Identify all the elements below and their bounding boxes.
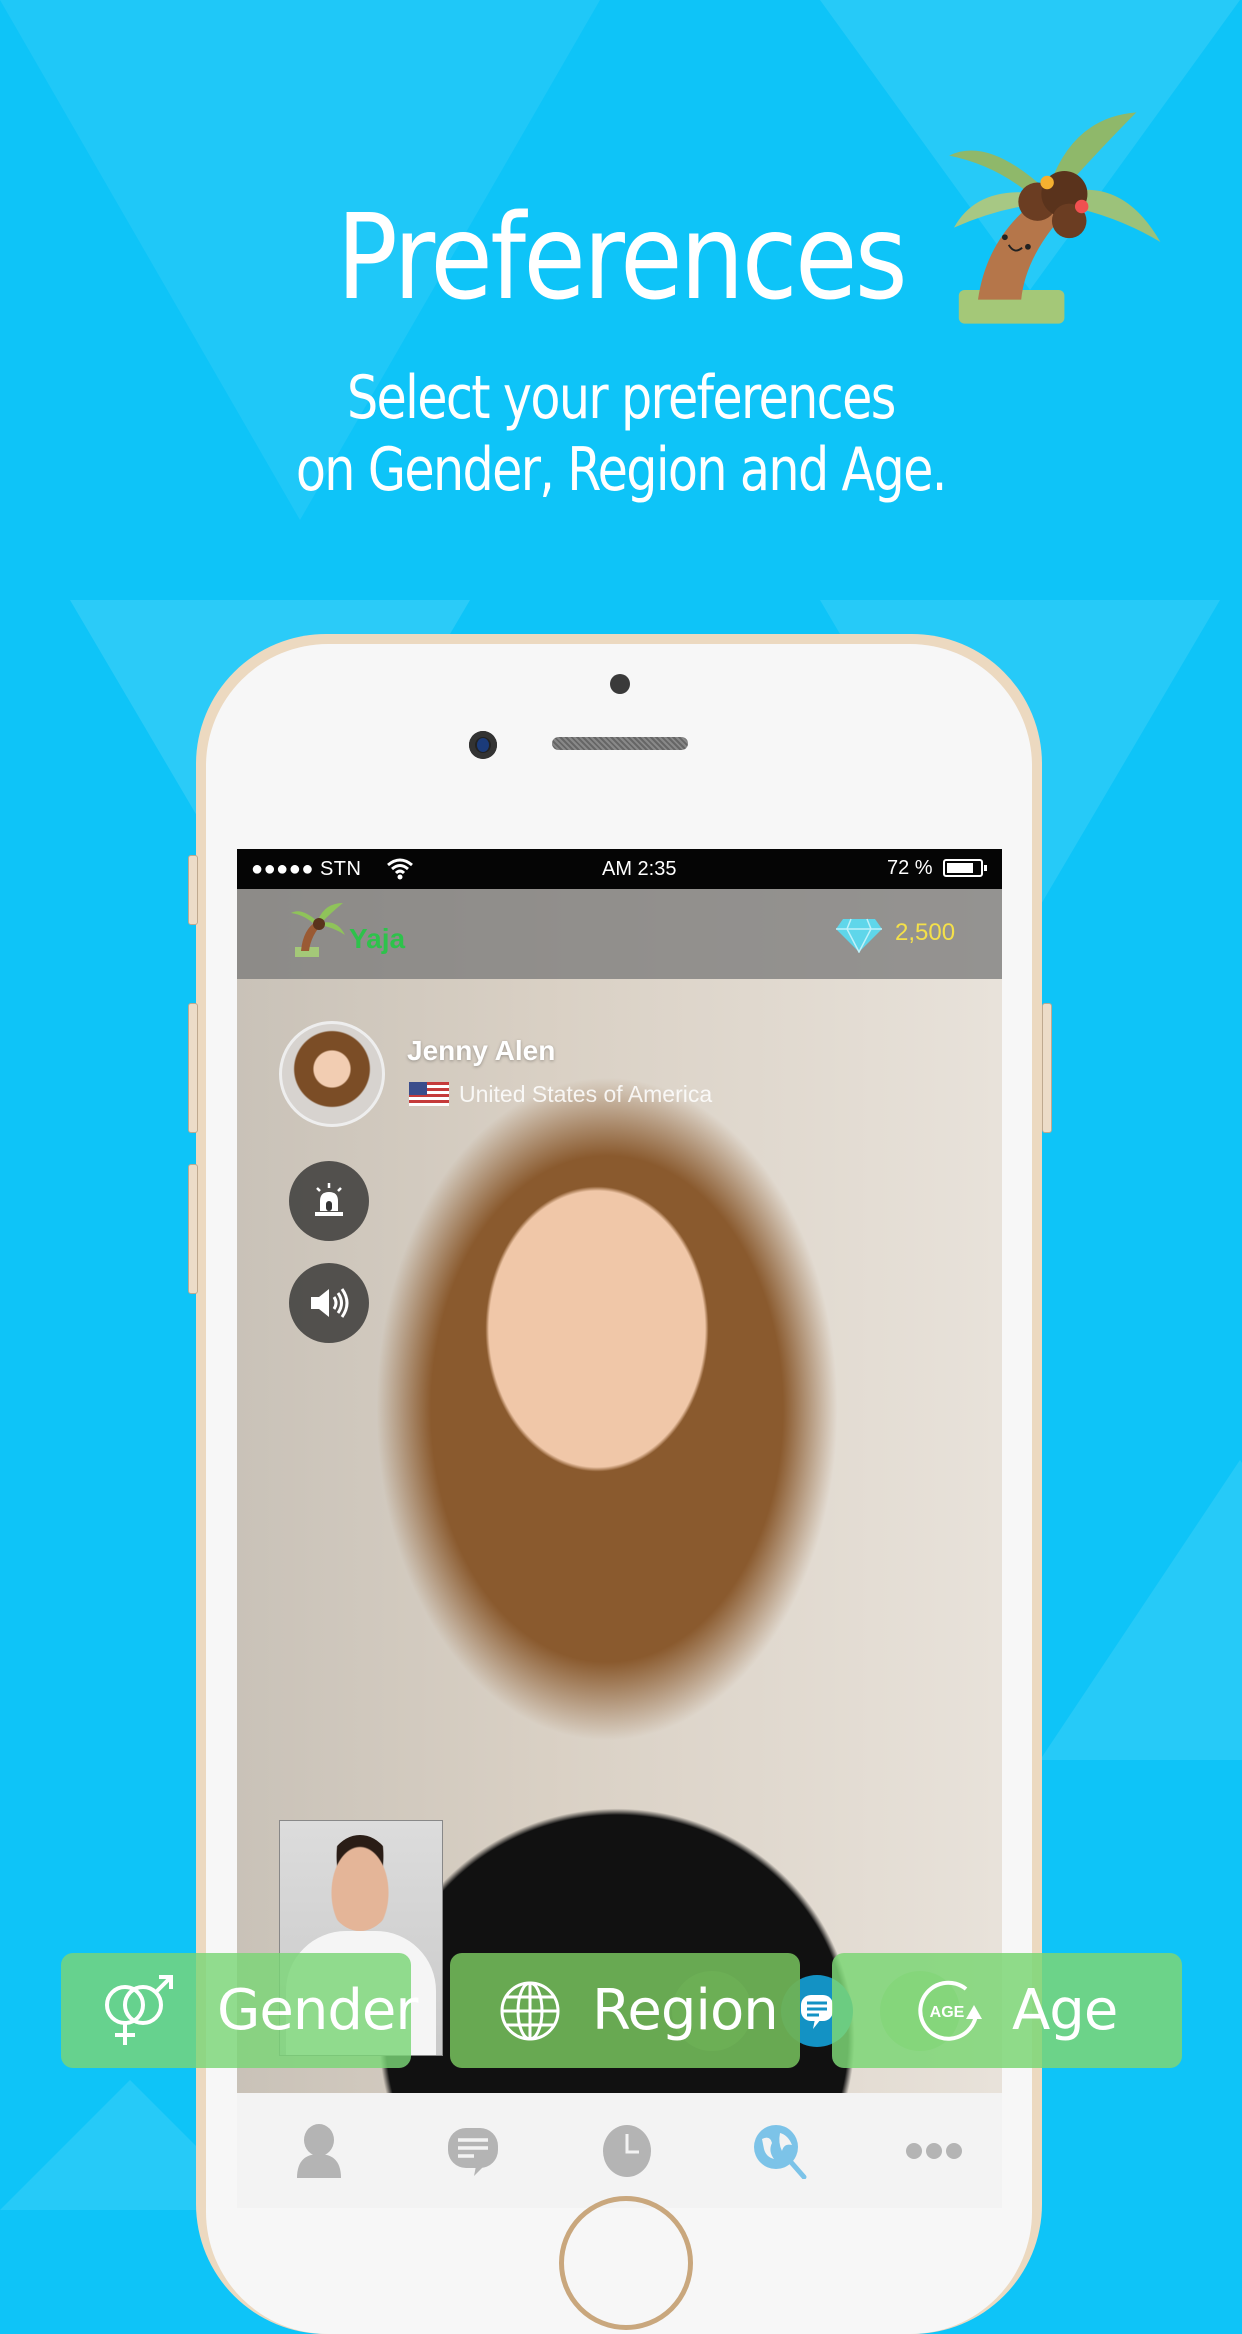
phone-home-button	[559, 2196, 693, 2330]
speaker-button[interactable]	[289, 1263, 369, 1343]
chat-icon	[448, 2128, 498, 2176]
battery-icon	[943, 859, 987, 877]
app-name: Yaja	[349, 923, 406, 954]
battery-percent: 72 %	[887, 857, 933, 879]
globe-icon	[500, 1981, 560, 2040]
gender-preference-button[interactable]: Gender	[61, 1953, 418, 2068]
phone-mute-switch	[188, 855, 198, 925]
carrier-signal: ●●●●● STN	[251, 858, 362, 880]
region-label: Region	[592, 1978, 779, 2043]
tab-profile[interactable]	[289, 2121, 349, 2181]
palm-tree-mascot-icon	[949, 112, 1161, 324]
phone-speaker	[552, 737, 688, 750]
report-button[interactable]	[289, 1161, 369, 1241]
message-icon	[801, 1995, 833, 2029]
us-flag-icon	[409, 1082, 449, 1106]
self-preview-face	[324, 1835, 396, 1931]
tab-discover[interactable]	[750, 2121, 810, 2181]
phone-volume-up	[188, 1003, 198, 1133]
region-preference-button[interactable]: Region	[450, 1953, 800, 2068]
more-dots-icon	[906, 2143, 962, 2159]
bottom-tab-bar	[237, 2093, 1002, 2208]
age-icon: AGE	[918, 1980, 982, 2041]
status-bar: ●●●●● STN AM 2:35 72 %	[237, 849, 1002, 889]
tab-more[interactable]	[904, 2121, 964, 2181]
tab-chat[interactable]	[443, 2121, 503, 2181]
gender-icon	[105, 1974, 173, 2045]
phone-camera	[469, 731, 497, 759]
user-name: Jenny Alen	[407, 1035, 556, 1066]
banner-subtitle-line2: on Gender, Region and Age.	[295, 435, 948, 505]
age-preference-button[interactable]: AGE Age	[832, 1953, 1182, 2068]
gem-count[interactable]: 2,500	[895, 919, 955, 947]
gender-label: Gender	[217, 1978, 418, 2043]
user-avatar[interactable]	[279, 1021, 385, 1127]
svg-text:AGE: AGE	[930, 2004, 965, 2021]
app-header: Yaja 2,500	[237, 889, 1002, 979]
app-logo-icon	[291, 903, 345, 957]
banner-subtitle-line1: Select your preferences	[346, 363, 896, 433]
phone-power-button	[1042, 1003, 1052, 1133]
status-time: AM 2:35	[602, 858, 677, 880]
speaker-volume-icon	[311, 1288, 349, 1318]
diamond-gem-icon[interactable]	[835, 917, 883, 953]
tab-history[interactable]	[597, 2121, 657, 2181]
person-icon	[297, 2124, 341, 2178]
wifi-icon	[387, 858, 413, 880]
age-label: Age	[1012, 1978, 1118, 2043]
banner-subtitle: Select your preferences on Gender, Regio…	[112, 362, 1130, 506]
clock-icon	[603, 2125, 651, 2177]
phone-sensor	[610, 674, 630, 694]
globe-search-icon	[754, 2125, 807, 2179]
bg-decoration	[1040, 1460, 1242, 1760]
user-country: United States of America	[459, 1081, 713, 1107]
phone-volume-down	[188, 1164, 198, 1294]
report-siren-icon	[315, 1183, 343, 1216]
